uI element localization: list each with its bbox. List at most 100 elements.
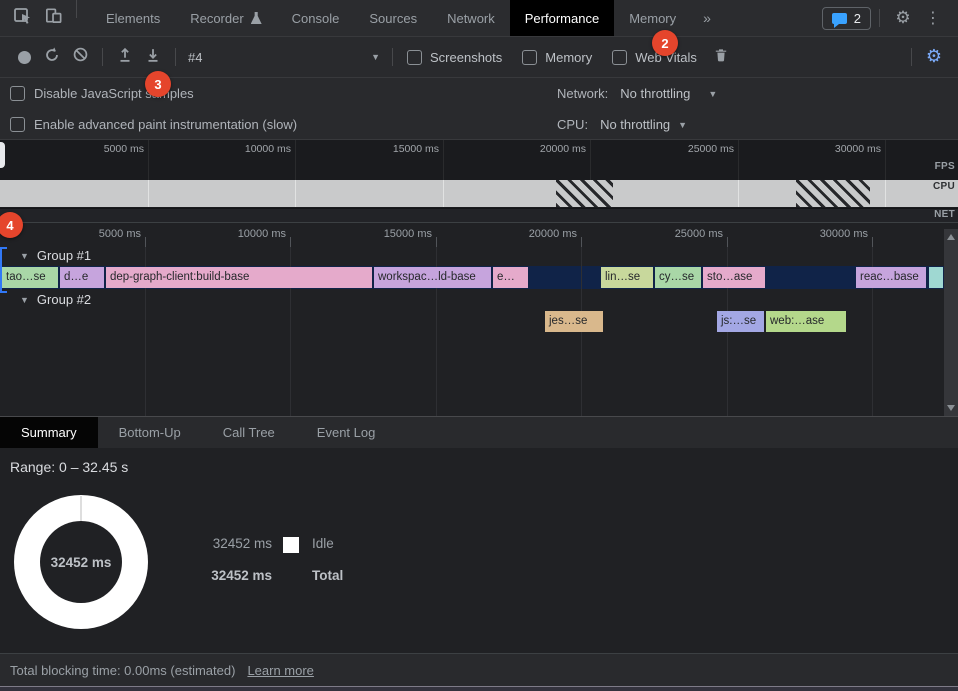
range-label: Range: 0 – 32.45 s bbox=[10, 459, 128, 475]
flame-bar[interactable]: d…e bbox=[60, 267, 104, 288]
overview-left-handle[interactable] bbox=[0, 142, 5, 168]
device-toolbar-button[interactable] bbox=[38, 0, 68, 36]
cpu-band-gridline bbox=[885, 180, 886, 207]
paint-instrumentation-row[interactable]: Enable advanced paint instrumentation (s… bbox=[0, 109, 958, 140]
flame-bar[interactable] bbox=[929, 267, 943, 288]
cpu-throttle-control[interactable]: CPU: No throttling ▼ bbox=[557, 109, 687, 140]
more-tabs-button[interactable]: » bbox=[691, 0, 723, 36]
overview-tick-label: 15000 ms bbox=[351, 143, 439, 155]
divider bbox=[102, 48, 103, 66]
scroll-down-icon[interactable] bbox=[947, 405, 955, 411]
checkbox bbox=[407, 50, 422, 65]
record-button[interactable] bbox=[10, 43, 38, 71]
issues-chat-button[interactable]: 2 bbox=[822, 7, 871, 30]
tab-memory[interactable]: Memory bbox=[614, 0, 691, 36]
flame-bar[interactable]: jes…se bbox=[545, 311, 603, 332]
tab-label: Recorder bbox=[190, 11, 243, 26]
disable-js-samples-row[interactable]: Disable JavaScript samples bbox=[0, 78, 958, 109]
tab-label: Performance bbox=[525, 11, 599, 26]
flame-bar[interactable]: js:…se bbox=[717, 311, 764, 332]
ruler-tick bbox=[290, 237, 291, 247]
tab-label: Elements bbox=[106, 11, 160, 26]
overview-tick-label: 25000 ms bbox=[646, 143, 734, 155]
tab-network[interactable]: Network bbox=[432, 0, 510, 36]
drawer-tab-call-tree[interactable]: Call Tree bbox=[202, 417, 296, 448]
overview-tick-label: 5000 ms bbox=[56, 143, 144, 155]
reload-and-record-button[interactable] bbox=[38, 43, 66, 71]
cpu-band-gridline bbox=[443, 180, 444, 207]
save-profile-button[interactable] bbox=[139, 43, 167, 71]
kebab-menu-icon: ⋮ bbox=[925, 10, 941, 26]
drawer-tab-bottom-up[interactable]: Bottom-Up bbox=[98, 417, 202, 448]
chat-bubble-icon bbox=[832, 13, 847, 24]
recording-select-value: #4 bbox=[188, 50, 202, 65]
gear-icon: ⚙ bbox=[895, 10, 910, 27]
tab-label: Console bbox=[292, 11, 340, 26]
recording-select[interactable]: #4 ▼ bbox=[188, 50, 380, 65]
devtools-tab-bar: Elements Recorder Console Sources Network Per… bbox=[0, 0, 958, 36]
capture-checkbox-group: ScreenshotsMemoryWeb Vitals bbox=[407, 50, 697, 65]
top-tab-strip: Elements Recorder Console Sources Network Per… bbox=[91, 0, 691, 36]
flame-bar[interactable]: sto…ase bbox=[703, 267, 765, 288]
cpu-band-gridline bbox=[295, 180, 296, 207]
ruler-tick-label: 25000 ms bbox=[635, 228, 723, 240]
flame-bar[interactable]: dep-graph-client:build-base bbox=[106, 267, 372, 288]
donut-center-value: 32452 ms bbox=[51, 555, 112, 570]
ruler-tick-label: 30000 ms bbox=[780, 228, 868, 240]
flame-bar[interactable]: reac…base bbox=[856, 267, 926, 288]
collapse-triangle-icon: ▼ bbox=[20, 295, 29, 305]
overview-gridline bbox=[295, 140, 296, 180]
checkbox bbox=[612, 50, 627, 65]
capture-settings-pane: Disable JavaScript samples Enable advanc… bbox=[0, 78, 958, 140]
checkbox-label: Memory bbox=[545, 50, 592, 65]
legend-value: 32452 ms bbox=[147, 536, 272, 551]
ruler-tick bbox=[872, 237, 873, 247]
delete-recording-button[interactable] bbox=[707, 43, 735, 71]
tab-label: Network bbox=[447, 11, 495, 26]
ruler-tick bbox=[727, 237, 728, 247]
learn-more-link[interactable]: Learn more bbox=[247, 663, 313, 678]
flame-bar[interactable]: workspac…ld-base bbox=[374, 267, 491, 288]
flame-bar[interactable]: lin…se bbox=[601, 267, 653, 288]
overview-tick-label: 20000 ms bbox=[498, 143, 586, 155]
settings-button[interactable]: ⚙ bbox=[888, 10, 918, 27]
group1-header[interactable]: ▼ Group #1 bbox=[20, 248, 91, 263]
network-throttle-value: No throttling bbox=[620, 86, 690, 101]
performance-toolbar: #4 ▼ ScreenshotsMemoryWeb Vitals ⚙ bbox=[0, 36, 958, 78]
summary-pane: Range: 0 – 32.45 s 32452 ms 32452 msIdle… bbox=[0, 448, 958, 653]
tab-sources[interactable]: Sources bbox=[354, 0, 432, 36]
flame-chart-scrollbar[interactable] bbox=[944, 229, 958, 416]
group2-header[interactable]: ▼ Group #2 bbox=[20, 292, 91, 307]
checkbox-screenshots[interactable]: Screenshots bbox=[407, 50, 502, 65]
divider bbox=[392, 48, 393, 66]
menu-button[interactable]: ⋮ bbox=[918, 10, 948, 26]
flame-bar[interactable]: tao…se bbox=[2, 267, 58, 288]
flame-bar[interactable]: cy…se bbox=[655, 267, 701, 288]
devtools-performance-panel: Elements Recorder Console Sources Network Per… bbox=[0, 0, 958, 691]
group1-label: Group #1 bbox=[37, 248, 91, 263]
tab-performance[interactable]: Performance bbox=[510, 0, 614, 36]
step-badge-2: 2 bbox=[652, 30, 678, 56]
tab-elements[interactable]: Elements bbox=[91, 0, 175, 36]
reload-icon bbox=[43, 46, 61, 69]
drawer-tab-summary[interactable]: Summary bbox=[0, 417, 98, 448]
checkbox bbox=[522, 50, 537, 65]
donut-hole: 32452 ms bbox=[40, 521, 122, 603]
cpu-band-gridline bbox=[738, 180, 739, 207]
inspect-element-button[interactable] bbox=[8, 0, 38, 36]
load-profile-button[interactable] bbox=[111, 43, 139, 71]
clear-recording-button[interactable] bbox=[66, 43, 94, 71]
timeline-overview[interactable]: FPS CPU NET 5000 ms10000 ms15000 ms20000… bbox=[0, 140, 958, 222]
tab-console[interactable]: Console bbox=[277, 0, 355, 36]
flame-bar[interactable]: web:…ase bbox=[766, 311, 846, 332]
checkbox-memory[interactable]: Memory bbox=[522, 50, 592, 65]
network-throttle-control[interactable]: Network: No throttling ▼ bbox=[557, 78, 717, 109]
flame-bar[interactable]: e… bbox=[493, 267, 528, 288]
ruler-tick bbox=[145, 237, 146, 247]
block-icon bbox=[72, 46, 89, 68]
flame-chart[interactable]: ▼ Group #1 ▼ Group #2 5000 ms10000 ms150… bbox=[0, 222, 958, 416]
scroll-up-icon[interactable] bbox=[947, 234, 955, 240]
capture-settings-button[interactable]: ⚙ bbox=[920, 43, 948, 71]
drawer-tab-event-log[interactable]: Event Log bbox=[296, 417, 397, 448]
tab-recorder[interactable]: Recorder bbox=[175, 0, 276, 36]
